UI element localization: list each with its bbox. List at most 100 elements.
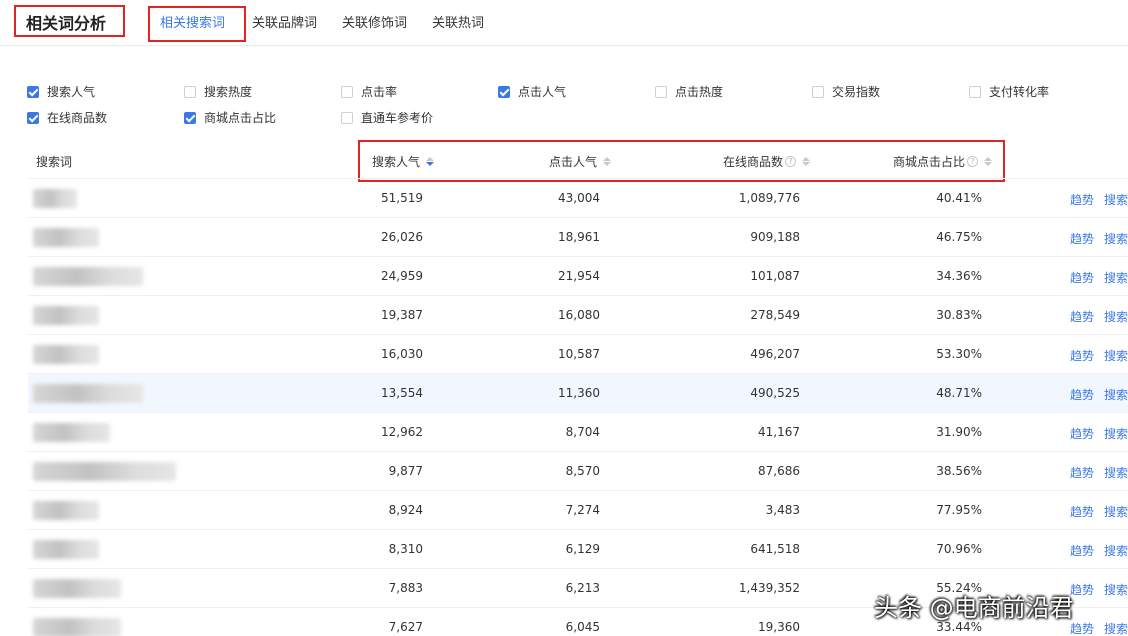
checkbox-icon[interactable] <box>812 85 824 98</box>
tab-highlight-box <box>148 6 246 42</box>
search-link[interactable]: 搜索 <box>1104 503 1128 520</box>
filter-click-heat[interactable]: 点击热度 <box>655 83 723 100</box>
tab-related-brand-words[interactable]: 关联品牌词 <box>252 12 317 31</box>
cell-search-popularity: 26,026 <box>381 230 423 244</box>
filter-label: 搜索热度 <box>204 85 253 99</box>
search-link[interactable]: 搜索 <box>1104 620 1128 636</box>
filter-click-popularity[interactable]: 点击人气 <box>498 83 566 100</box>
tab-related-modifier-words[interactable]: 关联修饰词 <box>342 12 407 31</box>
checkbox-checked-icon[interactable] <box>184 111 196 124</box>
column-header-label: 搜索词 <box>36 155 73 169</box>
tab-related-hot-words[interactable]: 关联热词 <box>432 12 484 31</box>
search-link[interactable]: 搜索 <box>1104 269 1128 286</box>
filter-label: 点击人气 <box>518 85 567 99</box>
cell-mall-click-ratio: 38.56% <box>936 464 982 478</box>
cell-search-popularity: 51,519 <box>381 191 423 205</box>
cell-online-products: 641,518 <box>750 542 800 556</box>
blurred-keyword[interactable] <box>33 267 143 286</box>
cell-click-popularity: 16,080 <box>558 308 600 322</box>
blurred-keyword[interactable] <box>33 540 99 559</box>
cell-click-popularity: 18,961 <box>558 230 600 244</box>
trend-link[interactable]: 趋势 <box>1070 425 1094 442</box>
filter-mall-click-ratio[interactable]: 商城点击占比 <box>184 109 276 126</box>
blurred-keyword[interactable] <box>33 462 176 481</box>
checkbox-checked-icon[interactable] <box>27 111 39 124</box>
blurred-keyword[interactable] <box>33 501 99 520</box>
column-header-keyword: 搜索词 <box>36 153 72 170</box>
trend-link[interactable]: 趋势 <box>1070 230 1094 247</box>
trend-link[interactable]: 趋势 <box>1070 269 1094 286</box>
filter-label: 交易指数 <box>832 85 881 99</box>
blurred-keyword[interactable] <box>33 228 99 247</box>
table-row[interactable]: 26,026 18,961 909,188 46.75% 趋势 搜索 <box>28 217 1128 256</box>
checkbox-icon[interactable] <box>969 85 981 98</box>
search-link[interactable]: 搜索 <box>1104 581 1128 598</box>
filter-search-popularity[interactable]: 搜索人气 <box>27 83 95 100</box>
trend-link[interactable]: 趋势 <box>1070 464 1094 481</box>
cell-online-products: 496,207 <box>750 347 800 361</box>
checkbox-checked-icon[interactable] <box>498 85 510 98</box>
trend-link[interactable]: 趋势 <box>1070 347 1094 364</box>
table-row[interactable]: 13,554 11,360 490,525 48.71% 趋势 搜索 <box>28 373 1128 412</box>
cell-mall-click-ratio: 48.71% <box>936 386 982 400</box>
cell-click-popularity: 6,129 <box>565 542 600 556</box>
checkbox-checked-icon[interactable] <box>27 85 39 98</box>
blurred-keyword[interactable] <box>33 423 110 442</box>
table-row[interactable]: 12,962 8,704 41,167 31.90% 趋势 搜索 <box>28 412 1128 451</box>
cell-click-popularity: 6,213 <box>565 581 600 595</box>
cell-online-products: 490,525 <box>750 386 800 400</box>
search-link[interactable]: 搜索 <box>1104 347 1128 364</box>
cell-mall-click-ratio: 53.30% <box>936 347 982 361</box>
checkbox-icon[interactable] <box>184 85 196 98</box>
cell-click-popularity: 21,954 <box>558 269 600 283</box>
filter-pay-conversion[interactable]: 支付转化率 <box>969 83 1049 100</box>
table-row[interactable]: 24,959 21,954 101,087 34.36% 趋势 搜索 <box>28 256 1128 295</box>
checkbox-icon[interactable] <box>341 85 353 98</box>
search-link[interactable]: 搜索 <box>1104 464 1128 481</box>
cell-mall-click-ratio: 70.96% <box>936 542 982 556</box>
trend-link[interactable]: 趋势 <box>1070 386 1094 403</box>
table-row[interactable]: 8,310 6,129 641,518 70.96% 趋势 搜索 <box>28 529 1128 568</box>
blurred-keyword[interactable] <box>33 618 121 636</box>
search-link[interactable]: 搜索 <box>1104 230 1128 247</box>
metrics-highlight-box <box>358 140 1005 182</box>
cell-search-popularity: 8,924 <box>388 503 423 517</box>
search-link[interactable]: 搜索 <box>1104 308 1128 325</box>
filter-online-products[interactable]: 在线商品数 <box>27 109 107 126</box>
cell-search-popularity: 12,962 <box>381 425 423 439</box>
cell-online-products: 1,089,776 <box>738 191 800 205</box>
trend-link[interactable]: 趋势 <box>1070 503 1094 520</box>
cell-click-popularity: 7,274 <box>565 503 600 517</box>
filter-click-rate[interactable]: 点击率 <box>341 83 397 100</box>
blurred-keyword[interactable] <box>33 579 121 598</box>
trend-link[interactable]: 趋势 <box>1070 191 1094 208</box>
table-row[interactable]: 16,030 10,587 496,207 53.30% 趋势 搜索 <box>28 334 1128 373</box>
cell-click-popularity: 8,704 <box>565 425 600 439</box>
filter-label: 支付转化率 <box>989 85 1050 99</box>
checkbox-icon[interactable] <box>655 85 667 98</box>
cell-search-popularity: 9,877 <box>388 464 423 478</box>
filter-label: 搜索人气 <box>47 85 96 99</box>
filter-label: 点击率 <box>361 85 398 99</box>
search-link[interactable]: 搜索 <box>1104 191 1128 208</box>
cell-search-popularity: 24,959 <box>381 269 423 283</box>
table-row[interactable]: 9,877 8,570 87,686 38.56% 趋势 搜索 <box>28 451 1128 490</box>
table-row[interactable]: 19,387 16,080 278,549 30.83% 趋势 搜索 <box>28 295 1128 334</box>
trend-link[interactable]: 趋势 <box>1070 308 1094 325</box>
search-link[interactable]: 搜索 <box>1104 425 1128 442</box>
blurred-keyword[interactable] <box>33 384 143 403</box>
filter-ztc-ref-price[interactable]: 直通车参考价 <box>341 109 433 126</box>
checkbox-icon[interactable] <box>341 111 353 124</box>
cell-mall-click-ratio: 30.83% <box>936 308 982 322</box>
filter-search-heat[interactable]: 搜索热度 <box>184 83 252 100</box>
table-row[interactable]: 8,924 7,274 3,483 77.95% 趋势 搜索 <box>28 490 1128 529</box>
filter-label: 商城点击占比 <box>204 111 277 125</box>
blurred-keyword[interactable] <box>33 306 99 325</box>
table-row[interactable]: 51,519 43,004 1,089,776 40.41% 趋势 搜索 <box>28 178 1128 217</box>
blurred-keyword[interactable] <box>33 189 77 208</box>
search-link[interactable]: 搜索 <box>1104 386 1128 403</box>
filter-trade-index[interactable]: 交易指数 <box>812 83 880 100</box>
trend-link[interactable]: 趋势 <box>1070 542 1094 559</box>
search-link[interactable]: 搜索 <box>1104 542 1128 559</box>
blurred-keyword[interactable] <box>33 345 99 364</box>
